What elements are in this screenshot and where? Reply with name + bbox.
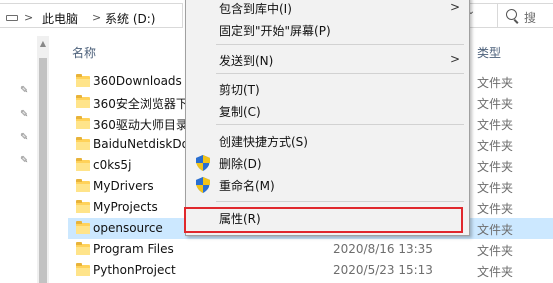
menu-separator bbox=[216, 124, 464, 125]
scroll-up-icon[interactable]: ▲ bbox=[38, 39, 48, 48]
column-header-name[interactable]: 名称 bbox=[72, 44, 96, 61]
folder-icon bbox=[76, 263, 90, 276]
menu-send-to[interactable]: 发送到(N) > bbox=[186, 49, 469, 71]
search-placeholder: 搜 bbox=[524, 11, 537, 25]
search-input[interactable]: 搜 bbox=[497, 3, 553, 28]
file-name[interactable]: c0ks5j bbox=[93, 158, 131, 172]
highlight-box bbox=[184, 207, 463, 233]
menu-item-label: 删除(D) bbox=[219, 157, 262, 171]
shield-icon bbox=[196, 177, 210, 193]
breadcrumb-drive-d[interactable]: 系统 (D:) bbox=[105, 10, 155, 27]
chevron-right-icon: > bbox=[450, 52, 461, 66]
file-name[interactable]: 360Downloads bbox=[93, 74, 182, 88]
menu-item-label: 创建快捷方式(S) bbox=[219, 135, 308, 149]
menu-item-label: 复制(C) bbox=[219, 105, 261, 119]
file-row[interactable]: Program Files 2020/8/16 13:35 文件夹 bbox=[68, 239, 553, 260]
folder-icon bbox=[76, 116, 90, 129]
breadcrumb-separator[interactable]: > bbox=[92, 11, 101, 24]
file-name[interactable]: 360驱动大师目录 bbox=[93, 116, 188, 133]
column-header-type[interactable]: 类型 bbox=[477, 44, 501, 61]
menu-create-shortcut[interactable]: 创建快捷方式(S) bbox=[186, 130, 469, 152]
folder-icon bbox=[76, 74, 90, 87]
file-name[interactable]: Program Files bbox=[93, 242, 174, 256]
folder-icon bbox=[76, 95, 90, 108]
file-type: 文件夹 bbox=[477, 244, 514, 258]
file-type: 文件夹 bbox=[477, 265, 514, 279]
file-name[interactable]: BaiduNetdiskDo bbox=[93, 137, 189, 151]
drive-icon bbox=[6, 15, 18, 21]
file-name[interactable]: MyProjects bbox=[93, 200, 158, 214]
pin-icon[interactable]: ✎ bbox=[20, 86, 30, 96]
breadcrumb[interactable]: > 此电脑 > 系统 (D:) bbox=[0, 3, 183, 28]
file-name[interactable]: opensource bbox=[93, 221, 163, 235]
menu-delete[interactable]: 删除(D) bbox=[186, 152, 469, 174]
pin-icon[interactable]: ✎ bbox=[20, 133, 30, 143]
menu-separator bbox=[216, 73, 464, 74]
file-date: 2020/5/23 15:13 bbox=[333, 263, 433, 277]
menu-item-label: 固定到"开始"屏幕(P) bbox=[219, 24, 331, 38]
breadcrumb-separator[interactable]: > bbox=[24, 11, 33, 24]
scrollbar-thumb[interactable] bbox=[39, 58, 47, 283]
folder-icon bbox=[76, 179, 90, 192]
search-icon bbox=[506, 9, 517, 20]
file-name[interactable]: MyDrivers bbox=[93, 179, 154, 193]
menu-cut[interactable]: 剪切(T) bbox=[186, 78, 469, 100]
menu-pin-to-start[interactable]: 固定到"开始"屏幕(P) bbox=[186, 19, 469, 41]
pin-icon[interactable]: ✎ bbox=[20, 156, 30, 166]
context-menu: 包含到库中(I) > 固定到"开始"屏幕(P) 发送到(N) > 剪切(T) 复制(C) 创建… bbox=[185, 0, 470, 236]
breadcrumb-this-pc[interactable]: 此电脑 bbox=[42, 10, 78, 27]
file-type: 文件夹 bbox=[477, 118, 514, 132]
file-type: 文件夹 bbox=[477, 202, 514, 216]
pin-icon[interactable]: ✎ bbox=[20, 110, 30, 120]
menu-separator bbox=[216, 201, 464, 202]
menu-rename[interactable]: 重命名(M) bbox=[186, 174, 469, 196]
file-name[interactable]: PythonProject bbox=[93, 263, 176, 277]
folder-icon bbox=[76, 200, 90, 213]
folder-icon bbox=[76, 158, 90, 171]
menu-separator bbox=[216, 44, 464, 45]
file-type: 文件夹 bbox=[477, 97, 514, 111]
menu-include-in-library[interactable]: 包含到库中(I) > bbox=[186, 0, 469, 19]
navigation-pane: ✎ ✎ ✎ ✎ bbox=[0, 36, 36, 283]
menu-copy[interactable]: 复制(C) bbox=[186, 100, 469, 122]
chevron-right-icon: > bbox=[450, 0, 461, 14]
folder-icon bbox=[76, 242, 90, 255]
menu-item-label: 发送到(N) bbox=[219, 54, 274, 68]
file-type: 文件夹 bbox=[477, 181, 514, 195]
file-type: 文件夹 bbox=[477, 76, 514, 90]
folder-icon bbox=[76, 221, 90, 234]
menu-item-label: 重命名(M) bbox=[219, 179, 275, 193]
file-name[interactable]: 360安全浏览器下 bbox=[93, 95, 188, 112]
file-type: 文件夹 bbox=[477, 139, 514, 153]
shield-icon bbox=[196, 155, 210, 171]
file-date: 2020/8/16 13:35 bbox=[333, 242, 433, 256]
menu-item-label: 剪切(T) bbox=[219, 83, 260, 97]
file-row[interactable]: PythonProject 2020/5/23 15:13 文件夹 bbox=[68, 260, 553, 281]
menu-item-label: 包含到库中(I) bbox=[219, 2, 292, 16]
file-type: 文件夹 bbox=[477, 223, 514, 237]
folder-icon bbox=[76, 137, 90, 150]
file-type: 文件夹 bbox=[477, 160, 514, 174]
